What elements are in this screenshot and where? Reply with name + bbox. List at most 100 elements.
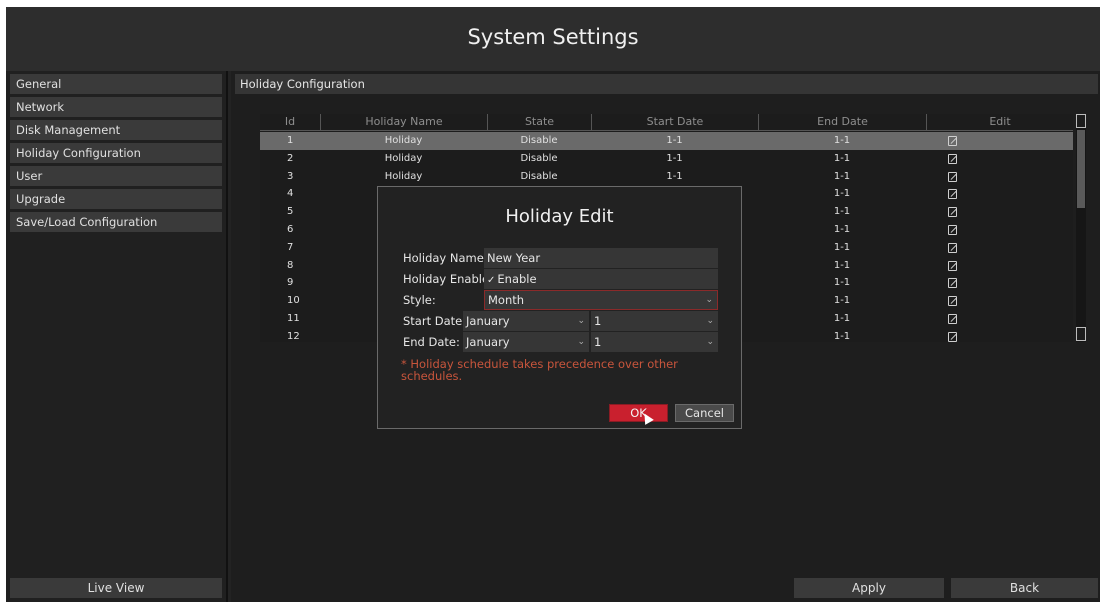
- cell-end: 1-1: [833, 330, 851, 342]
- table-scrollbar[interactable]: [1076, 114, 1086, 342]
- cell-id: 1: [287, 135, 294, 146]
- edit-icon[interactable]: [948, 278, 957, 289]
- chevron-down-icon: ⌄: [577, 316, 585, 326]
- cell-start: 1-1: [666, 170, 683, 182]
- scroll-thumb[interactable]: [1077, 130, 1085, 208]
- edit-icon[interactable]: [948, 189, 957, 200]
- cell-end: 1-1: [833, 188, 851, 200]
- column-header-start-date[interactable]: Start Date: [591, 114, 758, 131]
- edit-icon[interactable]: [948, 153, 957, 164]
- holiday-edit-dialog: Holiday Edit Holiday Name New Year Holid…: [377, 186, 742, 429]
- cell-end: 1-1: [833, 277, 851, 289]
- cell-state: Disable: [520, 135, 558, 146]
- scroll-up-button[interactable]: [1076, 114, 1086, 128]
- edit-icon[interactable]: [948, 136, 957, 146]
- cell-end: 1-1: [833, 206, 851, 218]
- holiday-enable-text: Enable: [497, 272, 537, 286]
- end-month-select[interactable]: January ⌄: [463, 332, 589, 352]
- edit-icon[interactable]: [948, 296, 957, 307]
- style-select[interactable]: Month ⌄: [484, 290, 718, 310]
- edit-icon[interactable]: [948, 331, 957, 342]
- sidebar-item-network[interactable]: Network: [10, 97, 222, 117]
- cell-id: 11: [287, 313, 300, 324]
- cell-name: Holiday: [384, 170, 423, 182]
- precedence-note: * Holiday schedule takes precedence over…: [401, 357, 678, 383]
- cancel-button[interactable]: Cancel: [675, 404, 734, 422]
- table-row[interactable]: 2 Holiday Disable 1-1 1-1: [260, 150, 1073, 168]
- cell-id: 3: [287, 170, 294, 182]
- column-header-holiday-name[interactable]: Holiday Name: [320, 114, 487, 131]
- sidebar-item-upgrade[interactable]: Upgrade: [10, 189, 222, 209]
- start-month-select[interactable]: January ⌄: [463, 311, 589, 331]
- section-title: Holiday Configuration: [235, 74, 1098, 94]
- start-date-label: Start Date:: [403, 314, 467, 328]
- column-header-end-date[interactable]: End Date: [758, 114, 926, 131]
- end-day-value: 1: [594, 335, 602, 349]
- column-header-state[interactable]: State: [487, 114, 591, 131]
- sidebar-item-disk-management[interactable]: Disk Management: [10, 120, 222, 140]
- column-header-id[interactable]: Id: [260, 114, 320, 131]
- edit-icon[interactable]: [948, 207, 957, 218]
- start-date-row: Start Date: January ⌄ 1 ⌄: [401, 311, 718, 331]
- style-label: Style:: [403, 293, 436, 307]
- scroll-down-button[interactable]: [1076, 327, 1086, 341]
- start-day-value: 1: [594, 314, 602, 328]
- cell-id: 8: [287, 259, 294, 271]
- table-row[interactable]: 3 Holiday Disable 1-1 1-1: [260, 168, 1073, 186]
- cell-id: 4: [287, 188, 294, 200]
- cell-end: 1-1: [833, 224, 851, 235]
- chevron-down-icon: ⌄: [706, 337, 714, 347]
- holiday-enable-label: Holiday Enable: [403, 272, 490, 286]
- end-date-row: End Date: January ⌄ 1 ⌄: [401, 332, 718, 352]
- table-row[interactable]: 1 Holiday Disable 1-1 1-1: [260, 132, 1073, 150]
- cell-state: Disable: [520, 152, 558, 164]
- dialog-title: Holiday Edit: [505, 206, 614, 227]
- end-month-value: January: [466, 335, 510, 349]
- cell-name: Holiday: [384, 135, 423, 146]
- style-row: Style: Month ⌄: [401, 290, 718, 310]
- cell-end: 1-1: [833, 135, 851, 146]
- back-button[interactable]: Back: [951, 578, 1098, 598]
- cell-end: 1-1: [833, 259, 851, 271]
- holiday-name-row: Holiday Name New Year: [401, 248, 718, 268]
- sidebar-item-save-load-configuration[interactable]: Save/Load Configuration: [10, 212, 222, 232]
- sidebar-item-holiday-configuration[interactable]: Holiday Configuration: [10, 143, 222, 163]
- title-bar: System Settings: [6, 7, 1100, 71]
- start-day-select[interactable]: 1 ⌄: [591, 311, 718, 331]
- edit-icon[interactable]: [948, 225, 957, 235]
- chevron-down-icon: ⌄: [706, 316, 714, 326]
- cell-name: Holiday: [384, 152, 423, 164]
- sidebar-item-general[interactable]: General: [10, 74, 222, 94]
- edit-icon[interactable]: [948, 314, 957, 324]
- checkmark-icon: ✓: [487, 275, 496, 286]
- sidebar: General Network Disk Management Holiday …: [6, 71, 228, 602]
- cell-end: 1-1: [833, 295, 851, 307]
- chevron-down-icon: ⌄: [577, 337, 585, 347]
- holiday-name-input[interactable]: New Year: [484, 248, 718, 268]
- apply-button[interactable]: Apply: [794, 578, 944, 598]
- edit-icon[interactable]: [948, 260, 957, 271]
- column-header-edit[interactable]: Edit: [926, 114, 1073, 131]
- ok-button[interactable]: OK: [609, 404, 668, 422]
- end-day-select[interactable]: 1 ⌄: [591, 332, 718, 352]
- start-month-value: January: [466, 314, 510, 328]
- sidebar-item-user[interactable]: User: [10, 166, 222, 186]
- cell-start: 1-1: [666, 135, 683, 146]
- cell-id: 7: [287, 241, 294, 253]
- cell-start: 1-1: [666, 152, 683, 164]
- cell-end: 1-1: [833, 170, 851, 182]
- holiday-enable-row: Holiday Enable ✓ Enable: [401, 269, 718, 289]
- cell-id: 10: [287, 295, 300, 307]
- cell-id: 9: [287, 277, 294, 289]
- cell-end: 1-1: [833, 313, 851, 324]
- edit-icon[interactable]: [948, 171, 957, 182]
- live-view-button[interactable]: Live View: [10, 578, 222, 598]
- cell-state: Disable: [520, 170, 558, 182]
- cell-id: 5: [287, 206, 294, 218]
- edit-icon[interactable]: [948, 242, 957, 253]
- holiday-enable-checkbox[interactable]: ✓ Enable: [484, 269, 718, 289]
- cell-id: 2: [287, 152, 294, 164]
- chevron-down-icon: ⌄: [705, 295, 713, 305]
- end-date-label: End Date:: [403, 335, 460, 349]
- cell-id: 12: [287, 330, 300, 342]
